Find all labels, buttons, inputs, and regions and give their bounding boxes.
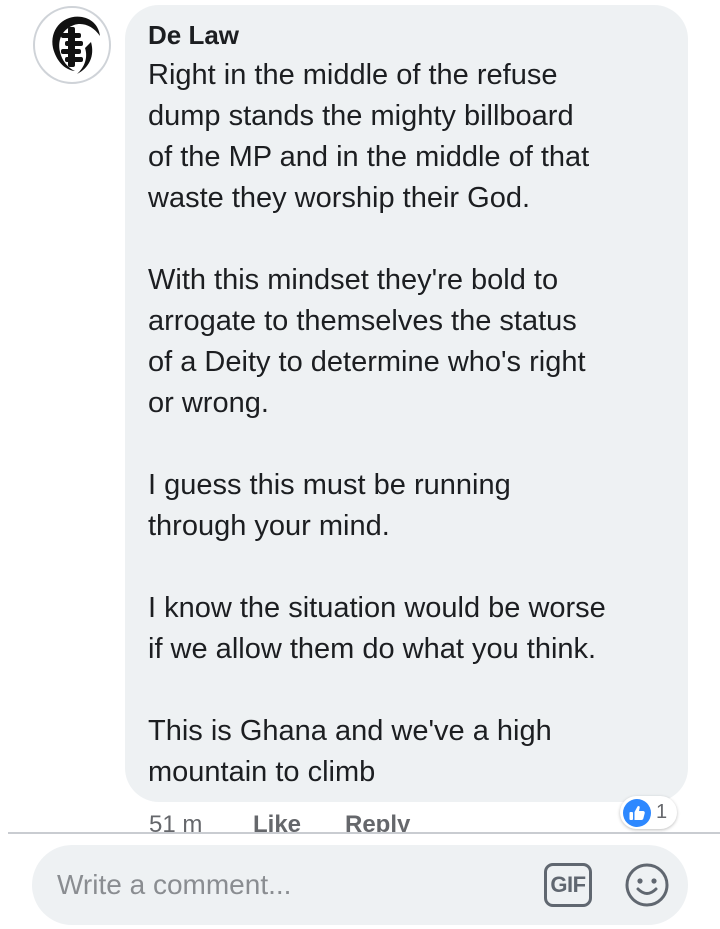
comment-paragraph: This is Ghana and we've a high mountain … [148, 715, 552, 788]
comment-thread: De Law Right in the middle of the refuse… [0, 0, 720, 929]
smiley-icon[interactable] [624, 862, 670, 908]
comment-actions: 51 m Like Reply [0, 805, 720, 833]
avatar[interactable] [33, 6, 111, 84]
comment-paragraph: I guess this must be running through you… [148, 469, 511, 542]
comment-paragraph: With this mindset they're bold to arroga… [148, 264, 586, 419]
comment-timestamp[interactable]: 51 m [149, 811, 202, 833]
reply-link[interactable]: Reply [345, 811, 410, 833]
reaction-count: 1 [656, 801, 668, 823]
comment-composer: GIF [32, 845, 688, 925]
like-link[interactable]: Like [253, 811, 301, 833]
reaction-summary[interactable]: 1 [620, 796, 678, 829]
comment-paragraph: Right in the middle of the refuse dump s… [148, 59, 590, 214]
thumbs-up-icon [623, 798, 651, 827]
comment-author[interactable]: De Law [148, 20, 239, 51]
comment-paragraph: I know the situation would be worse if w… [148, 592, 606, 665]
gif-button[interactable]: GIF [544, 863, 592, 907]
adinkra-symbol-icon [36, 9, 108, 81]
comment-input[interactable] [57, 867, 517, 903]
divider [8, 832, 720, 834]
